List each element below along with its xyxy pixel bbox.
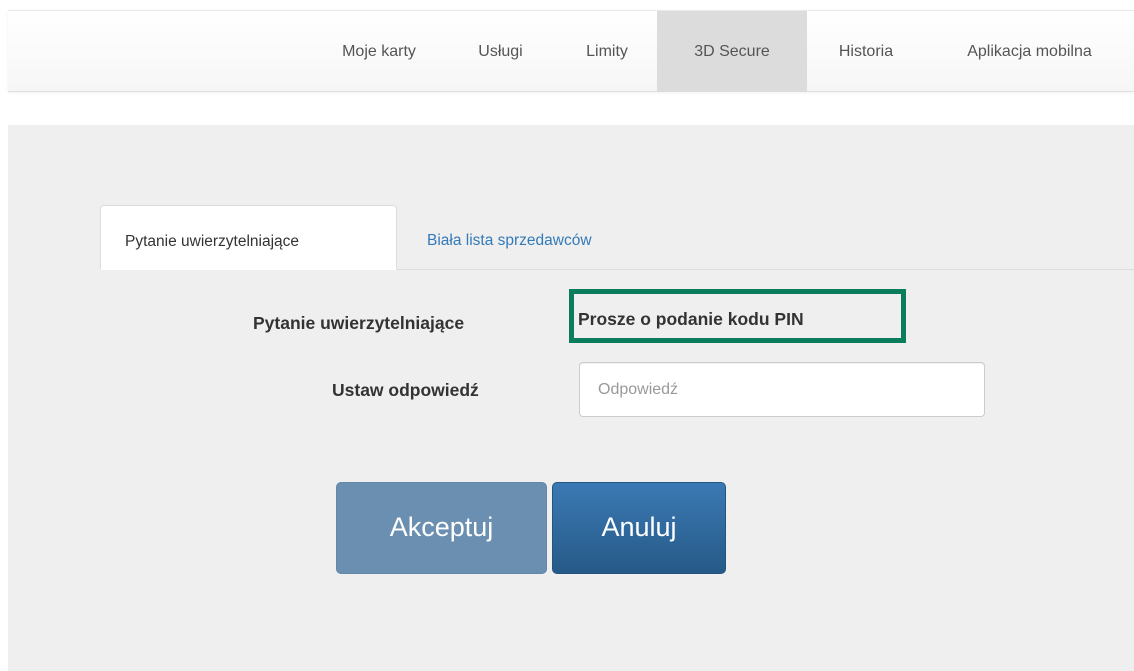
- accept-button[interactable]: Akceptuj: [336, 482, 547, 574]
- top-navigation-bar: Moje karty Usługi Limity 3D Secure Histo…: [8, 10, 1134, 92]
- nav-item-historia[interactable]: Historia: [807, 11, 925, 92]
- nav-item-3d-secure[interactable]: 3D Secure: [657, 11, 807, 92]
- nav-item-moje-karty[interactable]: Moje karty: [314, 11, 444, 92]
- tab-biala-lista-sprzedawcow[interactable]: Biała lista sprzedawców: [405, 205, 614, 270]
- nav-item-aplikacja-mobilna[interactable]: Aplikacja mobilna: [925, 11, 1134, 92]
- tab-pytanie-uwierzytelniajace[interactable]: Pytanie uwierzytelniające: [100, 205, 397, 270]
- answer-input[interactable]: [579, 362, 985, 417]
- nav-item-limity[interactable]: Limity: [557, 11, 657, 92]
- nav-item-uslugi[interactable]: Usługi: [444, 11, 557, 92]
- question-label: Pytanie uwierzytelniające: [253, 313, 465, 333]
- cancel-button[interactable]: Anuluj: [552, 482, 726, 574]
- question-value: Prosze o podanie kodu PIN: [578, 309, 804, 329]
- answer-label: Ustaw odpowiedź: [332, 380, 479, 400]
